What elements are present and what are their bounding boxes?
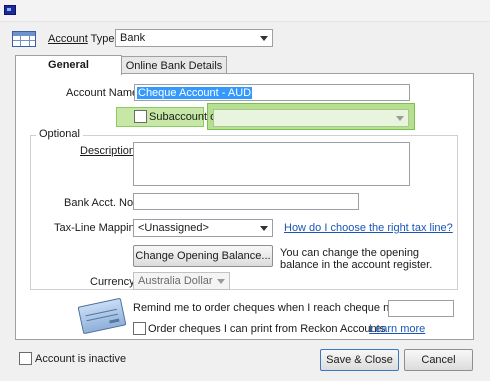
subaccount-label: Subaccount of xyxy=(149,111,220,123)
tax-line-select[interactable]: <Unassigned> xyxy=(133,219,273,237)
optional-group-title: Optional xyxy=(36,128,83,140)
learn-more-link[interactable]: Learn more xyxy=(369,323,425,335)
cancel-button[interactable]: Cancel xyxy=(404,349,473,371)
tax-line-value: <Unassigned> xyxy=(138,222,209,234)
order-cheques-checkbox[interactable] xyxy=(133,322,146,335)
bank-acct-label: Bank Acct. No. xyxy=(64,197,137,209)
change-opening-balance-label: Change Opening Balance... xyxy=(135,250,271,262)
tax-line-label: Tax-Line Mapping xyxy=(54,222,141,234)
subaccount-select[interactable] xyxy=(213,109,409,127)
account-name-input[interactable]: Cheque Account - AUD xyxy=(134,84,410,101)
account-type-value: Bank xyxy=(120,32,146,44)
remind-label: Remind me to order cheques when I reach … xyxy=(133,302,421,314)
tab-general-label: General xyxy=(48,59,89,71)
currency-label: Currency xyxy=(90,276,135,288)
remind-cheque-number-input[interactable] xyxy=(388,300,454,317)
account-type-label: Account Type xyxy=(48,33,115,45)
save-close-label: Save & Close xyxy=(326,354,393,366)
tax-line-help-link[interactable]: How do I choose the right tax line? xyxy=(284,222,453,234)
account-inactive-label: Account is inactive xyxy=(35,353,127,365)
tab-online-bank-details[interactable]: Online Bank Details xyxy=(121,56,227,74)
description-label: Description xyxy=(80,145,135,157)
account-register-icon xyxy=(12,31,36,47)
chevron-down-icon xyxy=(217,279,225,284)
description-textarea[interactable] xyxy=(133,142,410,186)
subaccount-checkbox[interactable] xyxy=(134,110,147,123)
title-bar xyxy=(0,0,490,22)
chevron-down-icon xyxy=(396,116,404,121)
currency-select[interactable]: Australia Dollar xyxy=(133,272,230,290)
cancel-label: Cancel xyxy=(421,354,456,366)
order-cheques-label: Order cheques I can print from Reckon Ac… xyxy=(148,323,386,335)
chevron-down-icon xyxy=(260,226,268,231)
save-close-button[interactable]: Save & Close xyxy=(320,349,399,371)
tab-general[interactable]: General xyxy=(15,55,122,75)
description-label-text: Description xyxy=(80,145,136,157)
bank-acct-input[interactable] xyxy=(133,193,359,210)
currency-value: Australia Dollar xyxy=(138,275,213,287)
app-window-icon xyxy=(4,5,16,15)
tab-online-bank-details-label: Online Bank Details xyxy=(125,60,223,72)
opening-balance-note: You can change the opening balance in th… xyxy=(280,247,433,271)
account-name-value: Cheque Account - AUD xyxy=(137,87,253,99)
chevron-down-icon xyxy=(260,36,268,41)
account-inactive-checkbox[interactable] xyxy=(19,352,32,365)
change-opening-balance-button[interactable]: Change Opening Balance... xyxy=(133,245,273,267)
account-name-label: Account Name xyxy=(66,87,139,99)
account-type-select[interactable]: Bank xyxy=(115,29,273,47)
